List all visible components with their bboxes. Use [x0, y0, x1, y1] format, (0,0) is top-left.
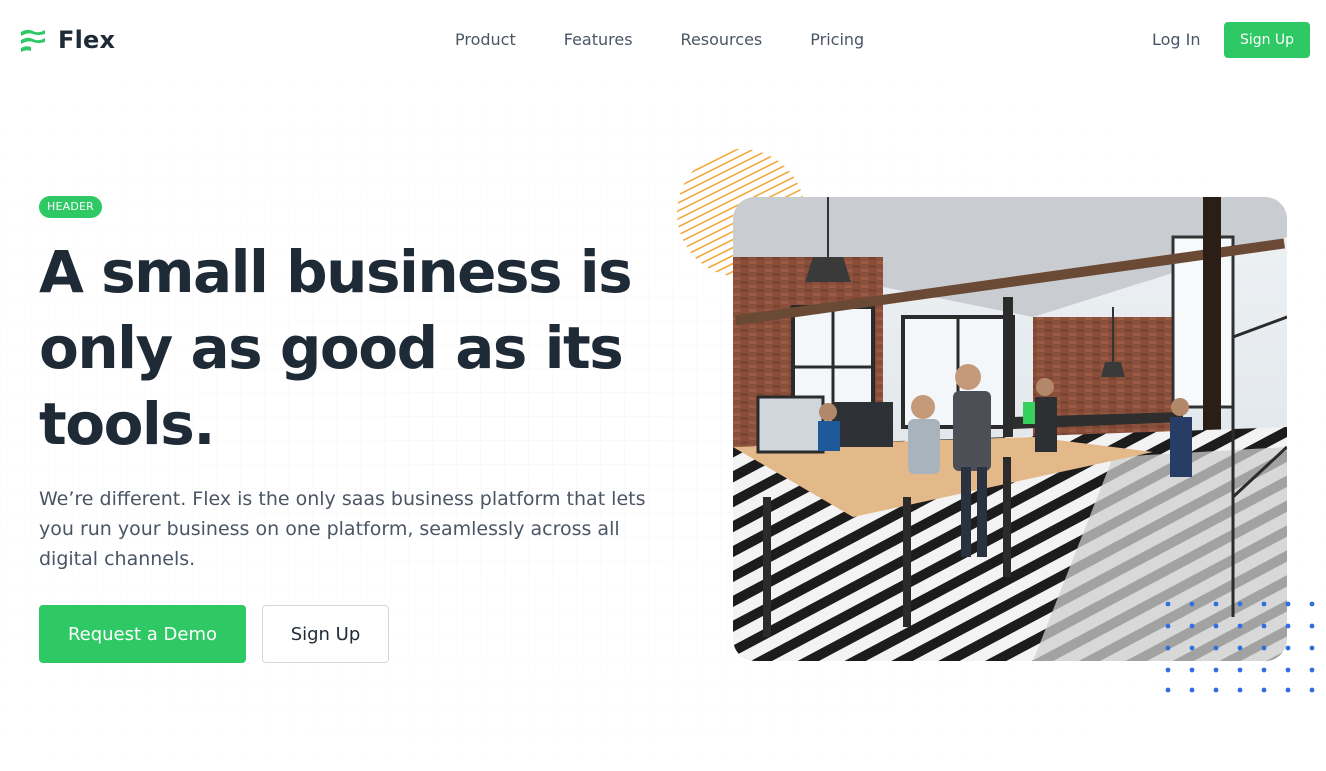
- main-nav: Product Features Resources Pricing: [455, 29, 912, 51]
- office-photo: [733, 197, 1287, 661]
- login-link[interactable]: Log In: [1152, 29, 1201, 51]
- nav-link-features[interactable]: Features: [564, 29, 633, 51]
- dot-grid-decoration: [1165, 601, 1315, 693]
- header-badge: HEADER: [39, 196, 103, 218]
- request-demo-button[interactable]: Request a Demo: [39, 605, 246, 663]
- nav-signup-button[interactable]: Sign Up: [1224, 22, 1310, 58]
- nav-link-product[interactable]: Product: [455, 29, 516, 51]
- hero-headline: A small business is only as good as its …: [39, 238, 633, 458]
- hero-signup-button[interactable]: Sign Up: [262, 605, 389, 663]
- brand-name: Flex: [58, 26, 116, 54]
- top-navbar: Flex Product Features Resources Pricing …: [0, 0, 1326, 80]
- hero-subtext: We’re different. Flex is the only saas b…: [39, 488, 646, 570]
- nav-link-resources[interactable]: Resources: [681, 29, 763, 51]
- brand-logo[interactable]: Flex: [20, 26, 115, 54]
- flex-logo-icon: [21, 29, 45, 52]
- nav-link-pricing[interactable]: Pricing: [810, 29, 864, 51]
